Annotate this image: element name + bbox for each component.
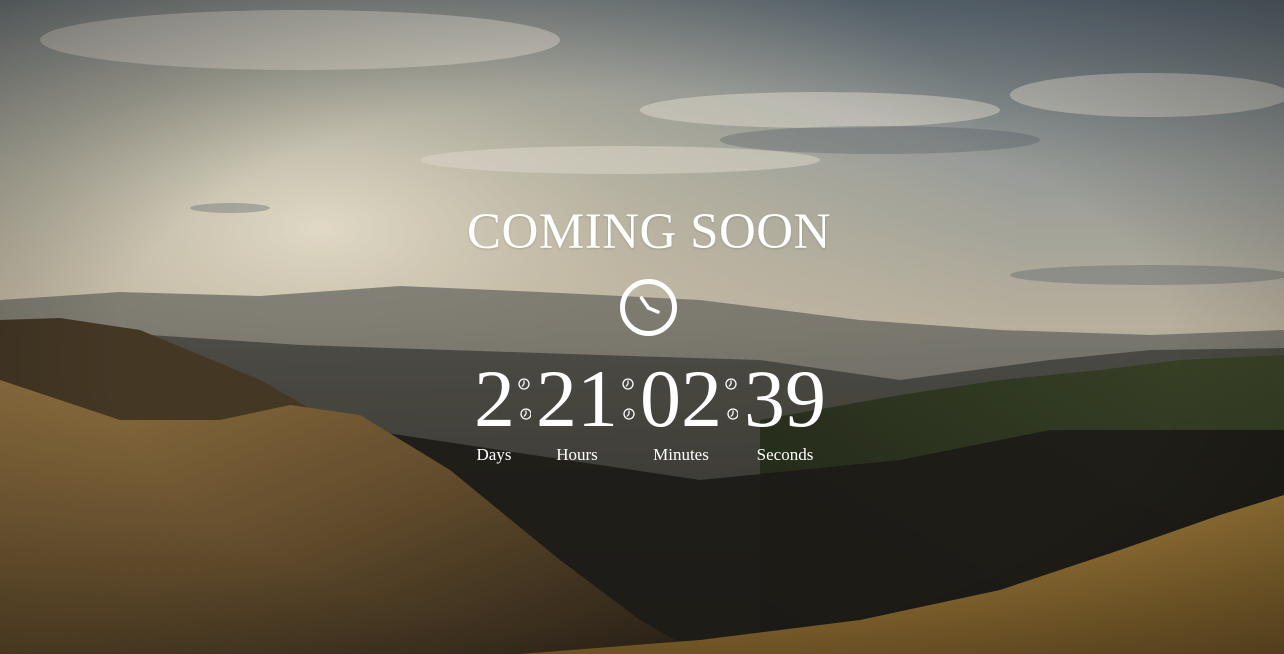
hours-label: Hours <box>556 445 598 464</box>
coming-soon-panel: COMING SOON 2 Days 21 Hours 02 Minutes 3… <box>0 0 1284 654</box>
separator-small-clock-icon <box>517 377 531 421</box>
days-label: Days <box>476 445 512 464</box>
countdown-days: 2 Days <box>474 353 515 465</box>
page-title: COMING SOON <box>467 204 831 260</box>
clock-icon <box>620 279 677 336</box>
separator-small-clock-icon <box>621 377 635 421</box>
countdown-seconds: 39 Seconds <box>744 356 826 465</box>
minutes-value: 02 <box>640 353 722 444</box>
separator-small-clock-icon <box>724 377 738 421</box>
days-value: 2 <box>474 353 515 444</box>
countdown-hours: 21 Hours <box>536 356 618 465</box>
minutes-label: Minutes <box>653 445 709 464</box>
countdown-minutes: 02 Minutes <box>640 356 722 465</box>
seconds-label: Seconds <box>756 445 814 464</box>
countdown-timer: 2 Days 21 Hours 02 Minutes 39 Seconds <box>0 356 1284 466</box>
hours-value: 21 <box>536 353 618 444</box>
seconds-value: 39 <box>744 353 826 444</box>
